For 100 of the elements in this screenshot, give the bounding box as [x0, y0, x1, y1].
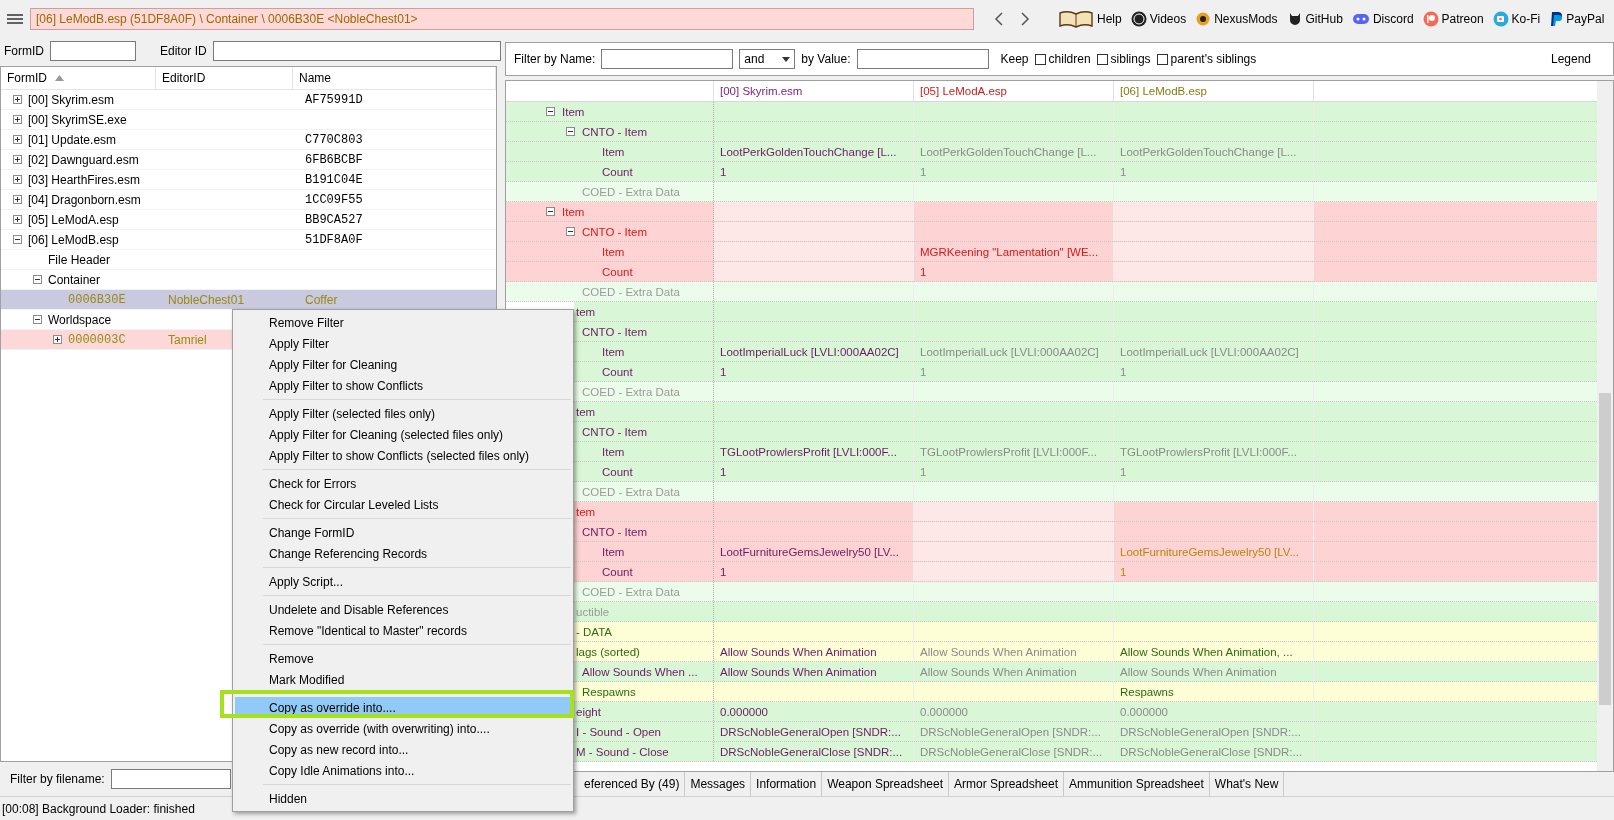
menu-item[interactable]: Copy Idle Animations into... — [235, 760, 571, 781]
menu-item[interactable]: Apply Filter to show Conflicts (selected files only) — [235, 445, 571, 466]
grid-row[interactable]: Item LootImperialLuck [LVLI:000AA02C] LootImperialLuck [LVLI:000AA02C] LootImperialLuck [LVLI:000AA02C] — [574, 342, 1597, 362]
expand-icon[interactable] — [13, 195, 22, 204]
tab[interactable]: Weapon Spreadsheet — [822, 772, 949, 796]
column-header[interactable]: FormID — [1, 67, 156, 89]
column-header[interactable]: [06] LeModB.esp — [1114, 81, 1314, 101]
tab[interactable]: Messages — [685, 772, 752, 796]
legend-button[interactable]: Legend — [1550, 52, 1605, 66]
grid-row[interactable]: CNTO - Item — [574, 422, 1597, 442]
scrollbar[interactable] — [1597, 81, 1613, 771]
grid-row[interactable]: tem — [574, 402, 1597, 422]
menu-item[interactable]: Undelete and Disable References — [235, 599, 571, 620]
menu-item[interactable]: Hidden — [235, 788, 571, 809]
menu-item[interactable]: Apply Filter for Cleaning (selected files only) — [235, 424, 571, 445]
collapse-icon[interactable] — [33, 275, 42, 284]
tree-row[interactable]: [01] Update.esm C770C803 — [1, 130, 496, 150]
grid-row[interactable]: I - Sound - Open DRScNobleGeneralOpen [SNDR:... DRScNobleGeneralOpen [SNDR:... DRScNobleGeneralOpen [SNDR:... — [574, 722, 1597, 742]
scrollbar-thumb[interactable] — [1599, 393, 1611, 705]
tree-row[interactable]: [05] LeModA.esp BB9CA527 — [1, 210, 496, 230]
expand-icon[interactable] — [13, 115, 22, 124]
expand-icon[interactable] — [13, 155, 22, 164]
expand-icon[interactable] — [13, 175, 22, 184]
grid-row[interactable]: Respawns Respawns — [574, 682, 1597, 702]
grid-row[interactable]: CNTO - Item — [574, 522, 1597, 542]
toolbar-link[interactable]: Help — [1097, 12, 1122, 26]
grid-row[interactable]: Item — [506, 202, 1597, 222]
tab[interactable]: What's New — [1209, 772, 1285, 796]
expand-icon[interactable] — [13, 215, 22, 224]
menu-item[interactable]: Apply Script... — [235, 571, 571, 592]
grid-row[interactable]: Count 1 1 — [574, 562, 1597, 582]
grid-row[interactable]: - DATA — [574, 622, 1597, 642]
collapse-icon[interactable] — [566, 127, 575, 136]
column-header[interactable]: Name — [293, 67, 496, 89]
menu-item[interactable]: Apply Filter to show Conflicts — [235, 375, 571, 396]
tree-row[interactable]: File Header — [1, 250, 496, 270]
checkbox[interactable] — [1096, 53, 1108, 65]
menu-item[interactable]: Mark Modified — [235, 669, 571, 690]
menu-item[interactable]: Change FormID — [235, 522, 571, 543]
tree-row[interactable]: [02] Dawnguard.esm 6FB6BCBF — [1, 150, 496, 170]
grid-row[interactable]: Count 1 1 1 — [506, 162, 1597, 182]
tree-row[interactable]: [00] SkyrimSE.exe — [1, 110, 496, 130]
grid-row[interactable]: Allow Sounds When ... Allow Sounds When Animation Allow Sounds When Animation Allow Sounds When Animation — [574, 662, 1597, 682]
grid-row[interactable]: Count 1 — [506, 262, 1597, 282]
toolbar-link[interactable]: Patreon — [1441, 12, 1484, 26]
grid-row[interactable]: Item — [506, 102, 1597, 122]
toolbar-link[interactable]: Videos — [1149, 12, 1187, 26]
form-id-field[interactable] — [50, 41, 136, 61]
grid-row[interactable]: CNTO - Item — [574, 322, 1597, 342]
collapse-icon[interactable] — [546, 207, 555, 216]
menu-item[interactable]: Remove "Identical to Master" records — [235, 620, 571, 641]
checkbox[interactable] — [1034, 53, 1046, 65]
toolbar-link[interactable]: PayPal — [1566, 12, 1605, 26]
menu-item[interactable]: Remove Filter — [235, 312, 571, 333]
grid-row[interactable]: tem — [574, 302, 1597, 322]
tab[interactable]: eferenced By (49) — [579, 772, 686, 796]
column-header[interactable]: EditorID — [156, 67, 293, 89]
grid-row[interactable]: CNTO - Item — [506, 122, 1597, 142]
column-header[interactable]: [05] LeModA.esp — [914, 81, 1114, 101]
grid-row[interactable]: Item LootPerkGoldenTouchChange [L... LootPerkGoldenTouchChange [L... LootPerkGoldenTouchChange [L... — [506, 142, 1597, 162]
grid-row[interactable]: Item LootFurnitureGemsJewelry50 [LV... LootFurnitureGemsJewelry50 [LV... — [574, 542, 1597, 562]
forward-icon[interactable] — [1020, 12, 1030, 26]
collapse-icon[interactable] — [566, 227, 575, 236]
grid-row[interactable]: Item TGLootProwlersProfit [LVLI:000F... TGLootProwlersProfit [LVLI:000F... TGLootProwlersProfit [LVLI:000F... — [574, 442, 1597, 462]
checkbox-label[interactable]: parent's siblings — [1170, 52, 1257, 66]
menu-item[interactable]: Change Referencing Records — [235, 543, 571, 564]
menu-item[interactable]: Copy as new record into... — [235, 739, 571, 760]
back-icon[interactable] — [994, 12, 1004, 26]
operator-dropdown[interactable]: and — [739, 49, 796, 69]
tree-row[interactable]: [00] Skyrim.esm AF75991D — [1, 90, 496, 110]
menu-item[interactable]: Apply Filter for Cleaning — [235, 354, 571, 375]
toolbar-link[interactable]: Discord — [1372, 12, 1414, 26]
collapse-icon[interactable] — [13, 235, 22, 244]
value-filter-field[interactable] — [856, 49, 989, 69]
checkbox-label[interactable]: siblings — [1110, 52, 1151, 66]
toolbar-link[interactable]: GitHub — [1305, 12, 1343, 26]
grid-row[interactable]: Count 1 1 1 — [574, 362, 1597, 382]
tree-row[interactable]: [04] Dragonborn.esm 1CC09F55 — [1, 190, 496, 210]
column-header[interactable]: [00] Skyrim.esm — [714, 81, 914, 101]
tab[interactable]: Ammunition Spreadsheet — [1064, 772, 1210, 796]
tree-row[interactable]: [06] LeModB.esp 51DF8A0F — [1, 230, 496, 250]
menu-item[interactable]: Check for Circular Leveled Lists — [235, 494, 571, 515]
expand-icon[interactable] — [53, 335, 62, 344]
grid-row[interactable]: Item MGRKeening "Lamentation" [WE... — [506, 242, 1597, 262]
expand-icon[interactable] — [13, 95, 22, 104]
toolbar-link[interactable]: NexusMods — [1214, 12, 1278, 26]
grid-row[interactable]: eight 0.000000 0.000000 0.000000 — [574, 702, 1597, 722]
toolbar-link[interactable]: Ko-Fi — [1511, 12, 1541, 26]
grid-row[interactable]: lags (sorted) Allow Sounds When Animation Allow Sounds When Animation Allow Sounds When Animation, ... — [574, 642, 1597, 662]
grid-row[interactable]: Count 1 1 1 — [574, 462, 1597, 482]
checkbox[interactable] — [1156, 53, 1168, 65]
editor-id-field[interactable] — [212, 41, 501, 61]
tree-row[interactable]: [03] HearthFires.esm B191C04E — [1, 170, 496, 190]
tab[interactable]: Information — [751, 772, 823, 796]
collapse-icon[interactable] — [33, 315, 42, 324]
menu-icon[interactable] — [6, 12, 24, 26]
menu-item[interactable]: Copy as override (with overwriting) into.... — [235, 718, 571, 739]
path-field[interactable]: [06] LeModB.esp (51DF8A0F) \ Container \ 0006B30E <NobleChest01> — [30, 8, 974, 30]
tab[interactable]: Armor Spreadsheet — [949, 772, 1065, 796]
grid-row[interactable]: tem — [574, 502, 1597, 522]
